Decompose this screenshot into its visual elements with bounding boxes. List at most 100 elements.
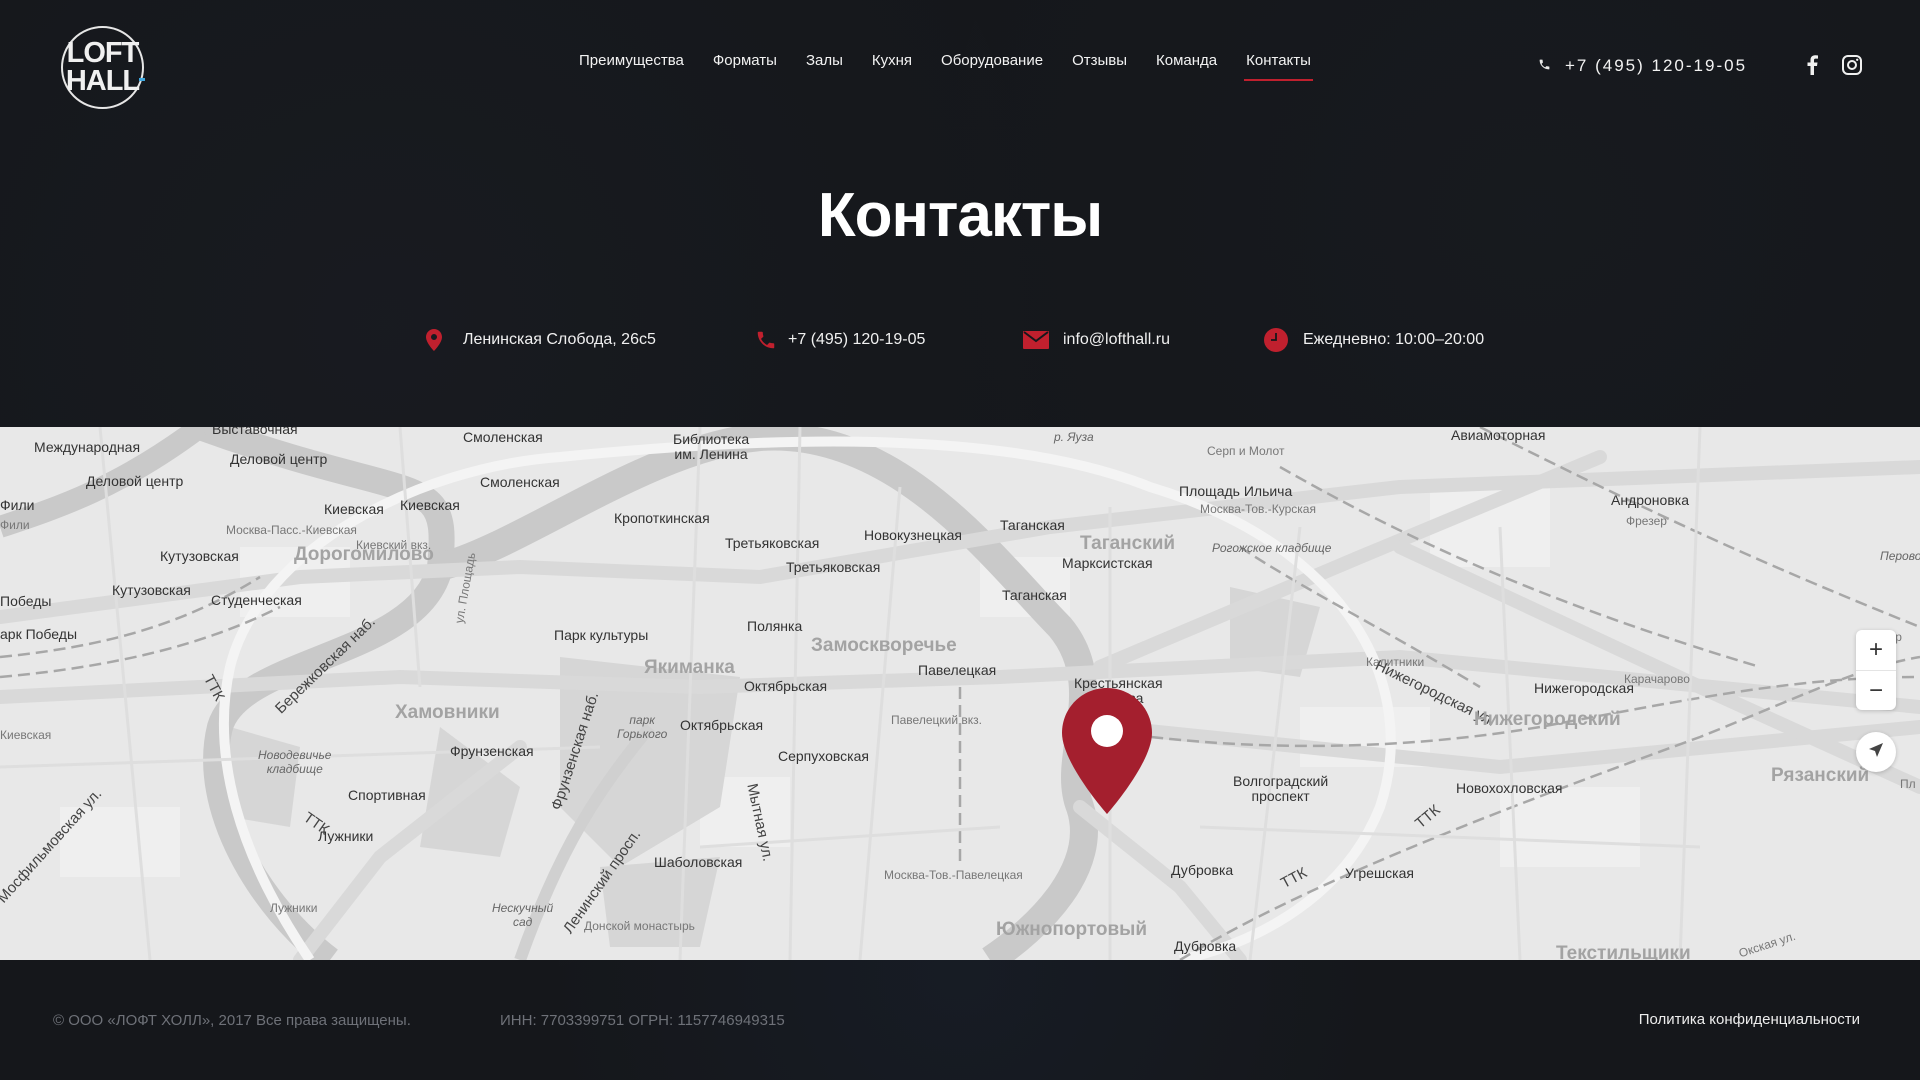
map-label: Кутузовская [160, 548, 239, 564]
map[interactable]: Выставочная Международная Деловой центр … [0, 427, 1920, 960]
phone-text: +7 (495) 120-19-05 [788, 331, 926, 348]
contact-hours: Ежедневно: 10:00–20:00 [1263, 327, 1484, 353]
map-label: Москва-Пасс.-Киевская [226, 523, 357, 537]
map-label: Фрунзенская [450, 743, 534, 759]
map-label: Киевская [0, 728, 52, 742]
map-label: Замоскворечье [811, 635, 957, 656]
nav-item-advantages[interactable]: Преимущества [579, 52, 684, 81]
map-label: Киевская [324, 501, 384, 517]
instagram-icon[interactable] [1841, 54, 1863, 76]
map-label: Киевская [400, 497, 460, 513]
clock-icon [1263, 327, 1289, 353]
map-label: Павелецкая [918, 662, 997, 678]
map-label: Пл [1900, 777, 1916, 791]
facebook-icon[interactable] [1801, 54, 1823, 76]
map-label: Текстильщики [1556, 943, 1691, 960]
hours-text: Ежедневно: 10:00–20:00 [1303, 331, 1485, 348]
contact-email[interactable]: info@lofthall.ru [1023, 327, 1170, 353]
map-label: Деловой центр [86, 473, 184, 489]
geolocation-button[interactable] [1856, 732, 1896, 772]
map-label: Дубровка [1174, 938, 1237, 954]
nav-item-halls[interactable]: Залы [806, 52, 843, 81]
map-label: Спортивная [348, 787, 426, 803]
page-title: Контакты [817, 181, 1103, 250]
map-label: Хамовники [395, 702, 500, 723]
map-label: Карачарово [1624, 672, 1690, 686]
map-label: парк Горького [617, 713, 668, 741]
map-label: р. Яуза [1054, 430, 1094, 444]
map-label: Площадь Ильича [1179, 483, 1293, 499]
email-text: info@lofthall.ru [1063, 331, 1170, 348]
zoom-in-button[interactable]: + [1856, 630, 1896, 670]
map-label: Деловой центр [230, 451, 328, 467]
map-label: Полянка [747, 618, 803, 634]
map-label: Рогожское кладбище [1212, 541, 1332, 555]
map-label: Кутузовская [112, 582, 191, 598]
map-label: Серпуховская [778, 748, 869, 764]
map-label: Новокузнецкая [864, 527, 962, 543]
map-label: Лужники [270, 901, 318, 915]
site-header: LOFT HALL Преимущества Форматы Залы Кухн… [0, 0, 1920, 140]
map-label: Смоленская [463, 429, 543, 445]
map-label: Дорогомилово [294, 544, 434, 565]
privacy-policy-link[interactable]: Политика конфиденциальности [1639, 1011, 1860, 1028]
contact-address: Ленинская Слобода, 26с5 [421, 327, 656, 353]
map-label: Новодевичье кладбище [258, 748, 332, 776]
map-label: Октябрьская [744, 678, 828, 694]
map-label: Фрезер [1626, 514, 1667, 528]
map-label: Перово [1880, 549, 1920, 563]
main-nav: Преимущества Форматы Залы Кухня Оборудов… [579, 52, 1340, 81]
social-links [1801, 54, 1863, 76]
map-label: Угрешская [1345, 865, 1414, 881]
map-label: Москва-Тов.-Павелецкая [884, 868, 1023, 882]
company-requisites: ИНН: 7703399751 ОГРН: 1157746949315 [500, 1012, 785, 1029]
location-marker[interactable] [1062, 688, 1152, 814]
header-phone[interactable]: +7 (495) 120-19-05 [1538, 56, 1747, 76]
map-label: Павелецкий вкз. [891, 713, 982, 727]
nav-item-kitchen[interactable]: Кухня [872, 52, 912, 81]
map-label: Третьяковская [786, 559, 881, 575]
contact-phone[interactable]: +7 (495) 120-19-05 [753, 327, 925, 353]
copyright-text: © ООО «ЛОФТ ХОЛЛ», 2017 Все права защище… [53, 1012, 411, 1029]
nav-item-team[interactable]: Команда [1156, 52, 1217, 81]
map-label: Нижегородская [1534, 680, 1634, 696]
map-label: Октябрьская [680, 717, 764, 733]
nav-item-formats[interactable]: Форматы [713, 52, 777, 81]
map-label: Рязанский [1771, 765, 1870, 786]
nav-item-equipment[interactable]: Оборудование [941, 52, 1043, 81]
map-pin-icon [421, 327, 447, 353]
header-phone-text: +7 (495) 120-19-05 [1565, 56, 1748, 75]
map-label: Таганская [1000, 517, 1065, 533]
address-text: Ленинская Слобода, 26с5 [463, 331, 656, 348]
phone-icon [753, 327, 779, 353]
logo-line2: HALL [66, 66, 146, 96]
map-label: Волгоградский проспект [1233, 773, 1329, 804]
map-label: Фили [0, 518, 30, 532]
phone-icon [1538, 56, 1551, 76]
map-label: Третьяковская [725, 535, 820, 551]
logo[interactable]: LOFT HALL [61, 26, 146, 109]
map-label: Авиамоторная [1451, 427, 1546, 443]
map-label: Международная [34, 439, 141, 455]
map-label: Таганская [1002, 587, 1067, 603]
map-label: Новохохловская [1456, 780, 1563, 796]
map-label: Студенческая [211, 592, 302, 608]
navigation-arrow-icon [1868, 742, 1884, 763]
map-label: Нижегородский [1474, 709, 1621, 730]
zoom-control: + − [1856, 630, 1896, 710]
nav-item-contacts[interactable]: Контакты [1244, 52, 1313, 81]
map-label: Якиманка [644, 657, 735, 678]
map-label: Нескучный сад [492, 901, 554, 929]
zoom-out-button[interactable]: − [1856, 670, 1896, 710]
nav-item-reviews[interactable]: Отзывы [1072, 52, 1127, 81]
map-label: Таганский [1080, 533, 1176, 554]
map-label: Кропоткинская [614, 510, 710, 526]
map-label: арк Победы [0, 626, 78, 642]
map-label: Шаболовская [654, 854, 743, 870]
envelope-icon [1023, 327, 1049, 353]
map-label: Парк культуры [554, 627, 649, 643]
map-label: Фили [0, 497, 35, 513]
map-label: Южнопортовый [996, 919, 1148, 940]
map-label: Выставочная [212, 427, 298, 437]
map-label: Победы [0, 593, 52, 609]
